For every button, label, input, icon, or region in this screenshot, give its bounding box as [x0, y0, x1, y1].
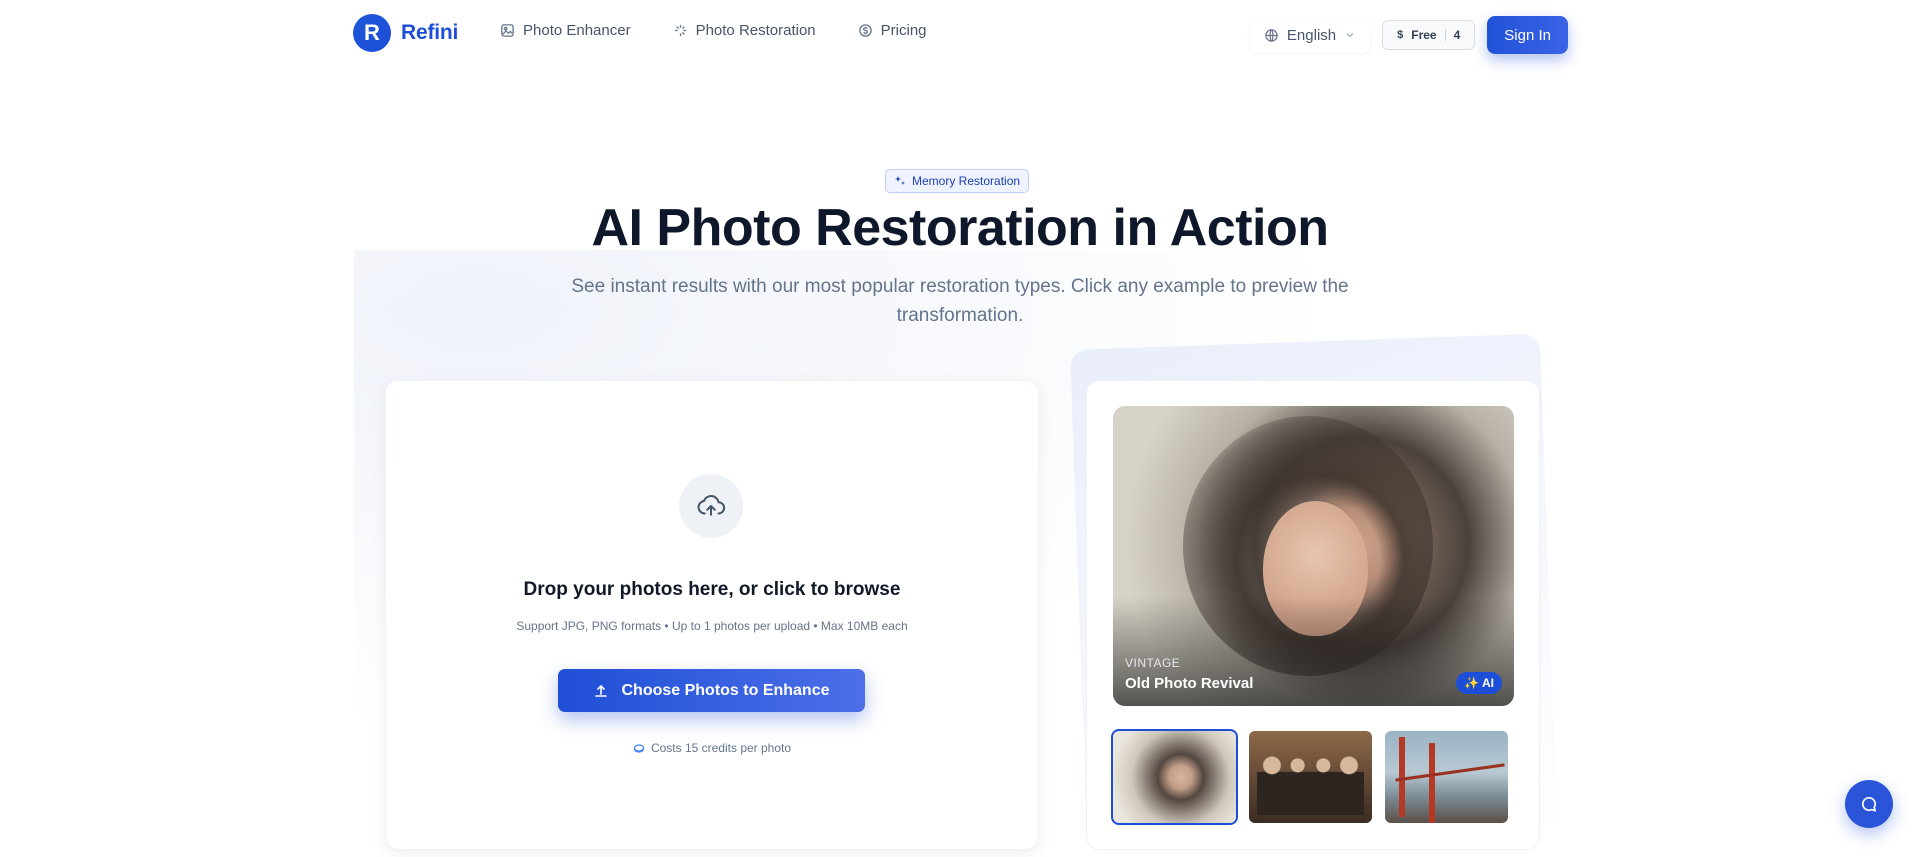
credits-badge[interactable]: $ Free 4	[1382, 20, 1476, 50]
dropzone-title: Drop your photos here, or click to brows…	[523, 579, 901, 600]
thumbnail-bridge-workers[interactable]	[1385, 731, 1508, 823]
language-label: English	[1286, 26, 1337, 44]
ai-badge: ✨ AI	[1456, 672, 1502, 694]
sign-in-button[interactable]: Sign In	[1487, 16, 1568, 54]
main-nav: Photo Enhancer Photo Restoration Pricing	[500, 22, 927, 39]
sparkles-icon	[895, 176, 905, 185]
dollar-icon: $	[1397, 29, 1404, 41]
coin-icon	[633, 744, 645, 753]
nav-photo-enhancer[interactable]: Photo Enhancer	[500, 22, 631, 39]
dropzone-hint: Support JPG, PNG formats • Up to 1 photo…	[516, 619, 908, 633]
nav-label: Pricing	[880, 22, 927, 39]
badge-label: Memory Restoration	[912, 174, 1021, 188]
brand-logo[interactable]: R Refini	[353, 14, 458, 52]
cloud-upload-icon	[697, 494, 726, 516]
cost-note: Costs 15 credits per photo	[386, 741, 1038, 755]
nav-label: Photo Restoration	[695, 22, 816, 39]
section-badge: Memory Restoration	[885, 169, 1030, 193]
brand-name: Refini	[401, 21, 459, 44]
language-selector[interactable]: English	[1249, 17, 1371, 53]
page-title: AI Photo Restoration in Action	[591, 199, 1329, 257]
nav-label: Photo Enhancer	[523, 22, 631, 39]
upload-dropzone[interactable]: Drop your photos here, or click to brows…	[385, 380, 1039, 850]
top-navbar: R Refini Photo Enhancer Photo Restoratio…	[0, 0, 1920, 68]
nav-pricing[interactable]: Pricing	[858, 22, 927, 39]
thumbnail-family-group[interactable]	[1249, 731, 1372, 823]
choose-photos-label: Choose Photos to Enhance	[621, 681, 830, 699]
preview-caption: Old Photo Revival	[1125, 675, 1254, 692]
divider	[1444, 29, 1446, 41]
example-thumbnails	[1111, 729, 1508, 825]
chevron-down-icon	[1346, 33, 1354, 38]
preview-main-image[interactable]: VINTAGE Old Photo Revival ✨ AI	[1113, 406, 1514, 706]
thumbnail-vintage-portrait[interactable]	[1111, 729, 1238, 825]
globe-icon	[1265, 28, 1278, 42]
chat-bubble-icon	[1861, 796, 1877, 812]
dollar-circle-icon	[858, 24, 872, 37]
preview-panel: VINTAGE Old Photo Revival ✨ AI	[1086, 380, 1540, 850]
cost-label: Costs 15 credits per photo	[650, 741, 792, 755]
brand-mark-icon: R	[353, 14, 391, 52]
upload-arrow-icon	[595, 684, 608, 697]
nav-photo-restoration[interactable]: Photo Restoration	[673, 22, 816, 39]
choose-photos-button[interactable]: Choose Photos to Enhance	[558, 669, 865, 712]
upload-icon-circle	[679, 474, 743, 538]
page-subtitle: See instant results with our most popula…	[571, 276, 1349, 326]
sparkle-wand-icon	[674, 24, 686, 37]
chat-button[interactable]	[1845, 780, 1893, 828]
preview-category: VINTAGE	[1125, 656, 1181, 670]
image-icon	[501, 24, 514, 37]
plan-label: Free	[1411, 28, 1437, 42]
header-actions: English $ Free 4 Sign In	[1249, 16, 1568, 54]
credit-count: 4	[1453, 28, 1461, 42]
